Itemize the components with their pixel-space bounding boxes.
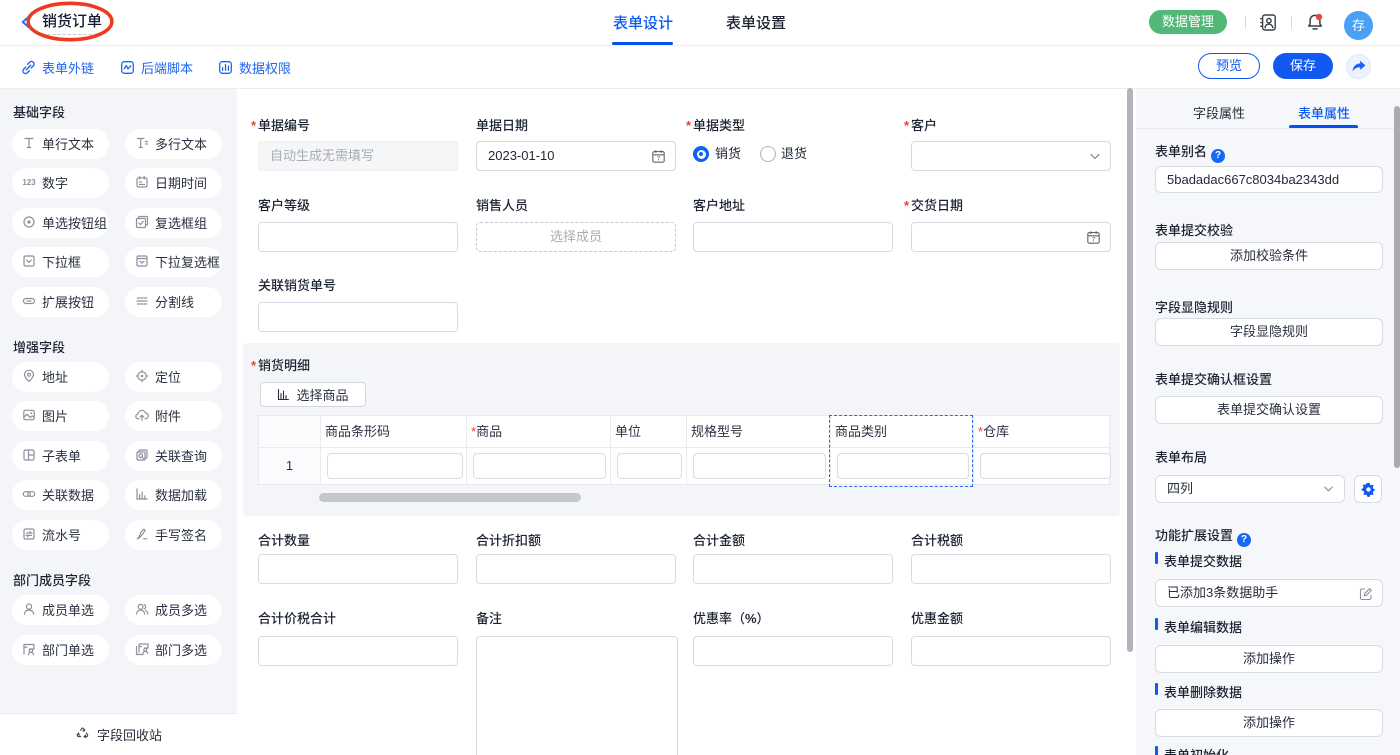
svg-text:7: 7 — [657, 156, 661, 163]
svg-text:7: 7 — [1092, 237, 1096, 244]
